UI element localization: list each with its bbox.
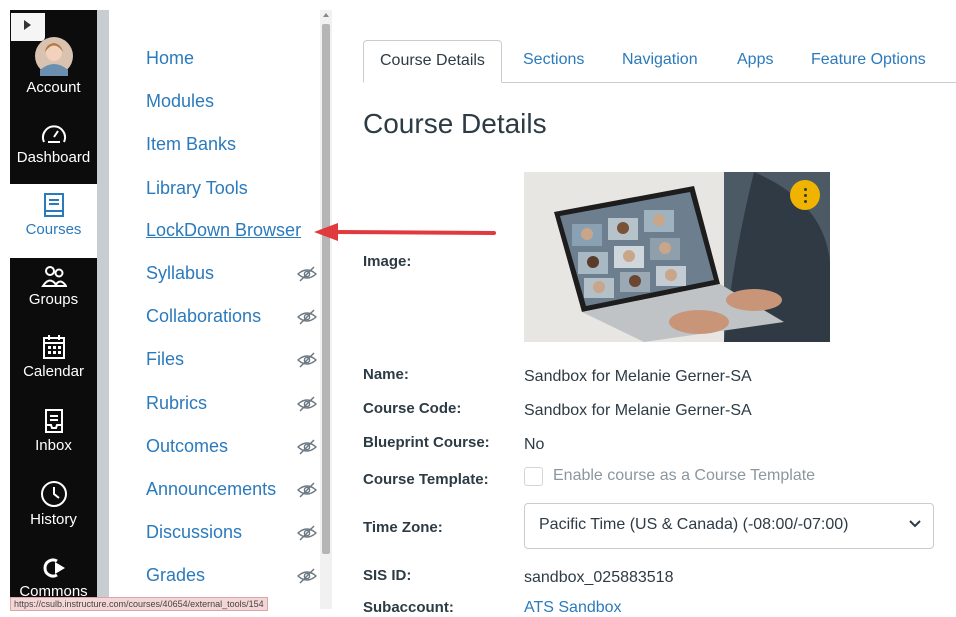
commons-icon <box>42 558 65 578</box>
course-nav-modules[interactable]: Modules <box>146 91 214 112</box>
global-nav-calendar[interactable]: Calendar <box>10 334 97 380</box>
name-label: Name: <box>363 366 409 383</box>
settings-tabs: Course Details Sections Navigation Apps … <box>363 40 956 83</box>
page-left-margin <box>0 0 10 609</box>
global-nav-account[interactable]: Account <box>10 36 97 96</box>
course-nav-lockdown-browser[interactable]: LockDown Browser <box>146 220 301 241</box>
global-nav-dashboard[interactable]: Dashboard <box>10 122 97 166</box>
avatar <box>34 37 73 76</box>
hidden-eye-icon <box>297 439 317 455</box>
course-nav-grades[interactable]: Grades <box>146 565 205 586</box>
subaccount-label: Subaccount: <box>363 599 454 616</box>
hidden-eye-icon <box>297 352 317 368</box>
page-top-margin <box>10 0 956 10</box>
inbox-icon <box>44 409 63 433</box>
course-nav-announcements[interactable]: Announcements <box>146 479 276 500</box>
global-nav-label: Dashboard <box>16 149 91 166</box>
course-template-checkbox[interactable] <box>524 467 543 486</box>
course-code-value: Sandbox for Melanie Gerner-SA <box>524 402 752 419</box>
course-nav-home[interactable]: Home <box>146 48 194 69</box>
annotation-arrow <box>314 223 496 241</box>
course-image-picture <box>524 172 830 342</box>
hidden-eye-icon <box>297 525 317 541</box>
hidden-eye-icon <box>297 309 317 325</box>
global-nav-groups[interactable]: Groups <box>10 264 97 308</box>
courses-icon <box>43 193 64 217</box>
course-template-checkbox-label[interactable]: Enable course as a Course Template <box>553 467 815 485</box>
global-nav-label: Courses <box>25 221 82 238</box>
scroll-up-icon[interactable] <box>323 13 329 17</box>
course-nav-files[interactable]: Files <box>146 349 184 370</box>
name-value: Sandbox for Melanie Gerner-SA <box>524 368 752 385</box>
tab-feature-options[interactable]: Feature Options <box>811 40 926 80</box>
tab-apps[interactable]: Apps <box>737 40 773 80</box>
sis-id-value: sandbox_025883518 <box>524 569 674 586</box>
global-nav-commons[interactable]: Commons <box>10 556 97 600</box>
course-code-label: Course Code: <box>363 400 462 417</box>
blueprint-value: No <box>524 436 545 453</box>
time-zone-label: Time Zone: <box>363 519 443 536</box>
global-navigation: Account Dashboard Courses Groups Calenda… <box>10 10 97 609</box>
hidden-eye-icon <box>297 482 317 498</box>
kebab-dot <box>804 194 807 197</box>
global-nav-label: Groups <box>28 291 79 308</box>
course-nav-rubrics[interactable]: Rubrics <box>146 393 207 414</box>
page-title: Course Details <box>363 108 547 139</box>
kebab-dot <box>804 188 807 191</box>
groups-icon <box>40 266 67 287</box>
time-zone-selected: Pacific Time (US & Canada) (-08:00/-07:0… <box>539 516 849 533</box>
course-nav-item-banks[interactable]: Item Banks <box>146 134 236 155</box>
blueprint-label: Blueprint Course: <box>363 434 490 451</box>
hidden-eye-icon <box>297 568 317 584</box>
image-label: Image: <box>363 253 412 270</box>
course-nav-collaborations[interactable]: Collaborations <box>146 306 261 327</box>
tab-navigation[interactable]: Navigation <box>622 40 698 80</box>
hidden-eye-icon <box>297 266 317 282</box>
image-options-button[interactable] <box>790 180 820 210</box>
global-nav-history[interactable]: History <box>10 480 97 528</box>
tab-course-details[interactable]: Course Details <box>363 40 502 83</box>
course-nav-syllabus[interactable]: Syllabus <box>146 263 214 284</box>
history-icon <box>40 481 67 507</box>
hidden-eye-icon <box>297 396 317 412</box>
global-nav-label: History <box>30 511 77 528</box>
nav-divider-rail <box>97 10 109 609</box>
course-navigation: Home Modules Item Banks Library Tools Lo… <box>109 10 321 609</box>
global-nav-label: Calendar <box>23 363 84 380</box>
course-nav-scrollbar[interactable] <box>320 10 332 609</box>
course-template-label: Course Template: <box>363 471 489 488</box>
time-zone-select[interactable]: Pacific Time (US & Canada) (-08:00/-07:0… <box>524 503 934 549</box>
course-image[interactable] <box>524 172 830 342</box>
global-nav-inbox[interactable]: Inbox <box>10 408 97 454</box>
dashboard-icon <box>41 125 66 143</box>
course-nav-library-tools[interactable]: Library Tools <box>146 178 248 199</box>
subaccount-link[interactable]: ATS Sandbox <box>524 599 622 617</box>
course-nav-outcomes[interactable]: Outcomes <box>146 436 228 457</box>
kebab-dot <box>804 200 807 203</box>
global-nav-courses[interactable]: Courses <box>10 184 97 258</box>
chevron-down-icon <box>909 520 921 528</box>
course-nav-discussions[interactable]: Discussions <box>146 522 242 543</box>
triangle-right-icon <box>24 20 31 30</box>
scrollbar-thumb[interactable] <box>322 24 330 554</box>
global-nav-label: Inbox <box>35 437 72 454</box>
calendar-icon <box>42 335 65 359</box>
sis-id-label: SIS ID: <box>363 567 412 584</box>
tab-sections[interactable]: Sections <box>523 40 584 80</box>
expand-nav-button[interactable] <box>11 13 45 41</box>
global-nav-label: Account <box>26 79 81 96</box>
